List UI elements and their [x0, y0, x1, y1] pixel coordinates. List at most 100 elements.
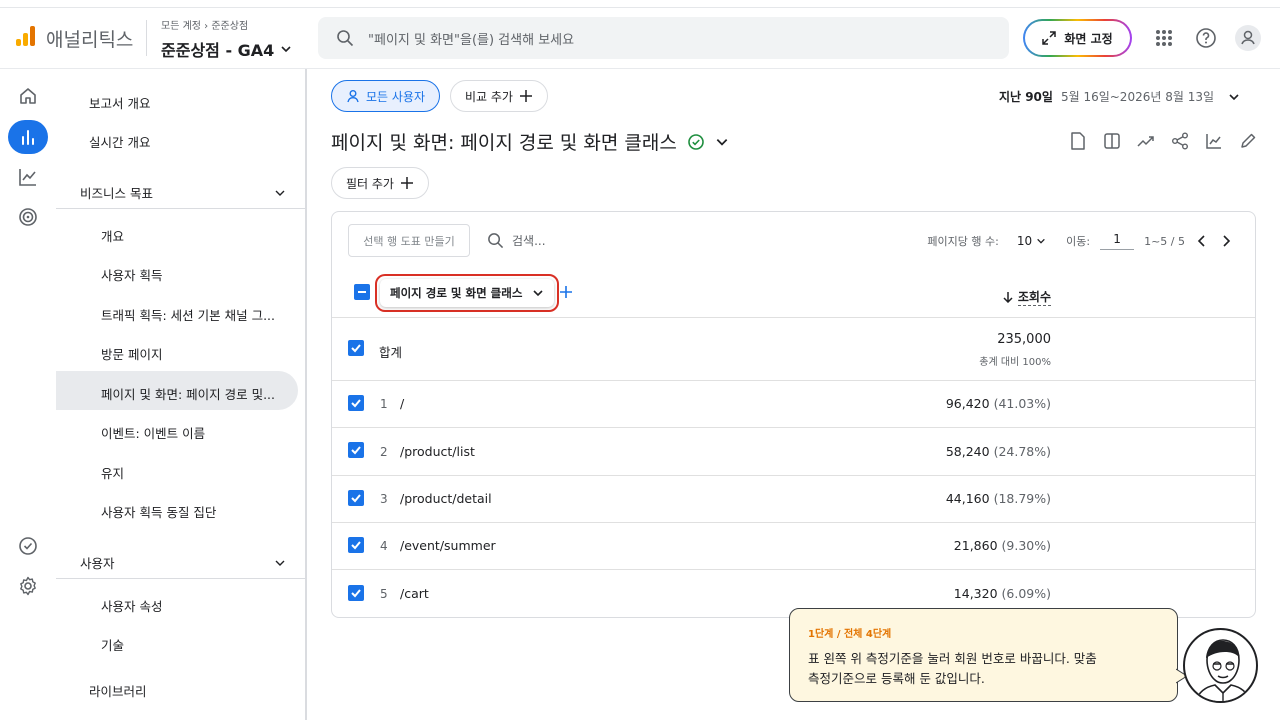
nav-item[interactable]: 트래픽 획득: 세션 기본 채널 그...	[101, 305, 275, 324]
nav-library[interactable]: 라이브러리	[89, 681, 147, 700]
row-checkbox[interactable]	[348, 537, 364, 553]
add-dimension-icon[interactable]	[560, 286, 572, 298]
breadcrumb[interactable]: 모든 계정 › 준준상점	[161, 17, 248, 32]
dimension-selector[interactable]: 페이지 경로 및 화면 클래스	[380, 279, 554, 307]
left-rail	[0, 69, 56, 720]
pin-screen-button[interactable]: 화면 고정	[1023, 19, 1132, 57]
row-views: 58,240	[945, 444, 990, 459]
brand-name: 애널리틱스	[46, 29, 134, 51]
nav-item[interactable]: 사용자 획득 동질 집단	[101, 502, 216, 521]
date-range-picker[interactable]: 지난 90일 5월 16일~2026년 8월 13일	[999, 88, 1240, 105]
chevron-down-icon	[275, 560, 285, 566]
breadcrumb-store: 준준상점	[211, 21, 249, 32]
row-checkbox[interactable]	[348, 442, 364, 458]
row-views: 96,420	[945, 396, 990, 411]
chevron-right-icon[interactable]	[1219, 234, 1233, 248]
chevron-left-icon[interactable]	[1195, 234, 1209, 248]
page-icon[interactable]	[1068, 131, 1088, 151]
target-icon	[19, 208, 37, 226]
guide-avatar[interactable]	[1183, 628, 1258, 703]
account-icon[interactable]	[1235, 25, 1261, 51]
person-icon	[347, 90, 359, 103]
table-row[interactable]: 2 /product/list 58,240 (24.78%)	[332, 428, 1255, 476]
row-number: 4	[380, 539, 388, 553]
help-icon[interactable]	[1193, 25, 1219, 51]
split-view-icon[interactable]	[1102, 131, 1122, 151]
row-path: /cart	[400, 586, 429, 601]
table-row[interactable]: 1 / 96,420 (41.03%)	[332, 381, 1255, 428]
rows-per-page-select[interactable]: 10	[1017, 234, 1046, 248]
check-icon	[351, 446, 361, 455]
table-search[interactable]: 검색...	[487, 232, 546, 249]
edit-icon[interactable]	[1238, 131, 1258, 151]
property-selector[interactable]: 준준상점 - GA4	[161, 37, 292, 61]
check-icon	[351, 344, 361, 353]
admin-nav[interactable]	[8, 569, 48, 603]
select-all-checkbox[interactable]	[354, 284, 370, 300]
date-range: 5월 16일~2026년 8월 13일	[1060, 90, 1214, 104]
chevron-down-icon	[1229, 93, 1239, 100]
nav-item[interactable]: 개요	[101, 226, 124, 245]
metric-header-views[interactable]: 조회수	[1002, 288, 1051, 306]
page-title: 페이지 및 화면: 페이지 경로 및 화면 클래스	[331, 128, 729, 155]
nav-item[interactable]: 기술	[101, 635, 124, 654]
chip-label: 비교 추가	[465, 89, 513, 104]
page-range: 1~5 / 5	[1144, 234, 1185, 248]
plot-rows-button[interactable]: 선택 행 도표 만들기	[348, 224, 470, 257]
nav-item[interactable]: 사용자 획득	[101, 265, 162, 284]
rows-per-page-value: 10	[1016, 234, 1033, 248]
row-checkbox[interactable]	[348, 490, 364, 506]
nav-section-user[interactable]: 사용자	[80, 553, 306, 572]
insights-chart-icon[interactable]	[1204, 131, 1224, 151]
add-compare-button[interactable]: 비교 추가	[450, 80, 548, 112]
table-search-placeholder: 검색...	[512, 234, 546, 248]
page-title-text: 페이지 및 화면: 페이지 경로 및 화면 클래스	[331, 132, 677, 154]
nav-report-overview[interactable]: 보고서 개요	[89, 93, 150, 112]
report-toolbar	[1068, 131, 1258, 151]
nav-item[interactable]: 유지	[101, 463, 124, 482]
trend-icon[interactable]	[1136, 131, 1156, 151]
nav-realtime[interactable]: 실시간 개요	[89, 132, 150, 151]
pin-label: 화면 고정	[1064, 31, 1113, 46]
total-share: 총계 대비 100%	[979, 357, 1051, 368]
top-strip	[0, 0, 1280, 8]
tutorial-text-line1: 표 왼쪽 위 측정기준을 눌러 회원 번호로 바꿉니다. 맞춤	[808, 651, 1097, 666]
table-row[interactable]: 3 /product/detail 44,160 (18.79%)	[332, 476, 1255, 523]
search-bar[interactable]: "페이지 및 화면"을(를) 검색해 보세요	[318, 17, 1009, 59]
nav-item[interactable]: 방문 페이지	[101, 344, 162, 363]
home-nav[interactable]	[8, 79, 48, 113]
row-value: 96,420 (41.03%)	[946, 396, 1051, 411]
chevron-down-icon[interactable]	[715, 135, 729, 149]
share-icon[interactable]	[1170, 131, 1190, 151]
analytics-logo[interactable]	[16, 26, 35, 46]
explore-nav[interactable]	[8, 160, 48, 194]
nav-section-business[interactable]: 비즈니스 목표	[80, 183, 306, 202]
goto-page-input[interactable]: 1	[1100, 232, 1135, 250]
nav-item[interactable]: 사용자 속성	[101, 596, 162, 615]
nav-item[interactable]: 이벤트: 이벤트 이름	[101, 423, 205, 442]
row-checkbox[interactable]	[348, 340, 364, 356]
table-row[interactable]: 4 /event/summer 21,860 (9.30%)	[332, 523, 1255, 570]
apps-icon[interactable]	[1151, 25, 1177, 51]
gear-icon	[20, 576, 36, 596]
tutorial-text-line2: 측정기준으로 등록해 둔 값입니다.	[808, 671, 985, 686]
insights-nav[interactable]	[8, 529, 48, 563]
breadcrumb-account: 모든 계정	[161, 21, 201, 32]
search-icon	[337, 30, 354, 47]
reports-nav[interactable]	[8, 120, 48, 154]
total-value: 235,000	[997, 332, 1051, 347]
row-views: 21,860	[953, 538, 998, 553]
plus-icon	[400, 177, 413, 189]
nav-item-active[interactable]: 페이지 및 화면: 페이지 경로 및...	[101, 384, 275, 403]
row-checkbox[interactable]	[348, 395, 364, 411]
segment-chip-all-users[interactable]: 모든 사용자	[331, 80, 441, 112]
advertising-nav[interactable]	[8, 200, 48, 234]
rows-per-page-label: 페이지당 행 수:	[927, 235, 999, 248]
row-value: 21,860 (9.30%)	[954, 538, 1051, 553]
verified-check-icon[interactable]	[687, 133, 705, 151]
section-title: 비즈니스 목표	[80, 186, 153, 201]
metric-label: 조회수	[1017, 290, 1051, 306]
row-checkbox[interactable]	[348, 585, 364, 601]
expand-icon	[1042, 31, 1057, 45]
add-filter-button[interactable]: 필터 추가	[331, 167, 429, 199]
